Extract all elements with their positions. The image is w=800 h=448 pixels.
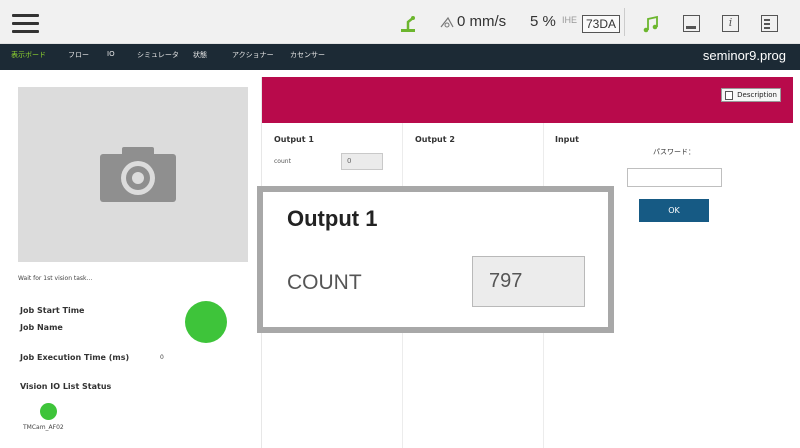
top-status-bar: 0 mm/s 5 % IHE 73DA i xyxy=(0,0,800,44)
job-execution-time-value: 0 xyxy=(160,354,164,361)
vision-io-status-label: Vision IO List Status xyxy=(20,382,112,391)
nav-bar: 表示ボード フロー IO シミュレータ 状態 アクショナー カセンサー semi… xyxy=(0,44,800,70)
status-mini-badge: IHE xyxy=(562,15,578,25)
zoom-count-label: COUNT xyxy=(287,271,362,294)
output1-zoom-callout: Output 1 COUNT 797 xyxy=(257,186,614,333)
count-field: 0 xyxy=(341,153,383,170)
job-start-time-label: Job Start Time xyxy=(20,306,85,315)
job-name-label: Job Name xyxy=(20,323,63,332)
speed-gauge-icon xyxy=(440,16,454,28)
camera-icon xyxy=(100,147,176,202)
io-panel-header: Description xyxy=(262,77,793,123)
nav-item-display-board[interactable]: 表示ボード xyxy=(11,50,46,60)
input-title: Input xyxy=(555,135,579,144)
robot-arm-icon[interactable] xyxy=(398,14,418,34)
zoom-output1-title: Output 1 xyxy=(287,206,378,231)
camera-name-label: TMCam_AF02 xyxy=(23,424,64,431)
description-button-label: Description xyxy=(737,91,777,99)
nav-item-simulator[interactable]: シミュレータ xyxy=(137,50,179,60)
nav-item-status[interactable]: 状態 xyxy=(193,50,207,60)
password-input[interactable] xyxy=(627,168,722,187)
music-note-icon[interactable] xyxy=(641,14,661,34)
count-label: count xyxy=(274,158,291,165)
project-filename: seminor9.prog xyxy=(702,48,786,63)
vision-wait-message: Wait for 1st vision task... xyxy=(18,275,93,282)
speed-readout: 0 mm/s xyxy=(457,13,507,30)
password-label: パスワード： xyxy=(653,148,695,156)
nav-item-flow[interactable]: フロー xyxy=(68,50,89,60)
camera-status-indicator xyxy=(40,403,57,420)
document-icon xyxy=(725,91,734,100)
nav-item-actuator[interactable]: アクショナー xyxy=(232,50,274,60)
speed-percent: 5 % xyxy=(530,13,556,30)
vision-panel: Wait for 1st vision task... Job Start Ti… xyxy=(0,70,260,448)
zoom-count-field: 797 xyxy=(472,256,585,307)
job-status-indicator xyxy=(185,301,227,343)
output2-title: Output 2 xyxy=(415,135,455,144)
document-list-icon[interactable] xyxy=(761,15,778,32)
keyboard-icon[interactable] xyxy=(683,15,700,32)
camera-preview xyxy=(18,87,248,262)
nav-item-io[interactable]: IO xyxy=(107,50,115,58)
mode-indicator-box[interactable]: 73DA xyxy=(582,15,621,33)
hamburger-menu-icon[interactable] xyxy=(12,14,39,34)
job-execution-time-label: Job Execution Time (ms) xyxy=(20,353,130,362)
nav-item-sensor[interactable]: カセンサー xyxy=(290,50,325,60)
toolbar-separator xyxy=(624,8,625,36)
info-icon[interactable]: i xyxy=(722,15,739,32)
description-button[interactable]: Description xyxy=(721,88,781,102)
output1-title: Output 1 xyxy=(274,135,314,144)
ok-button[interactable]: OK xyxy=(639,199,709,222)
